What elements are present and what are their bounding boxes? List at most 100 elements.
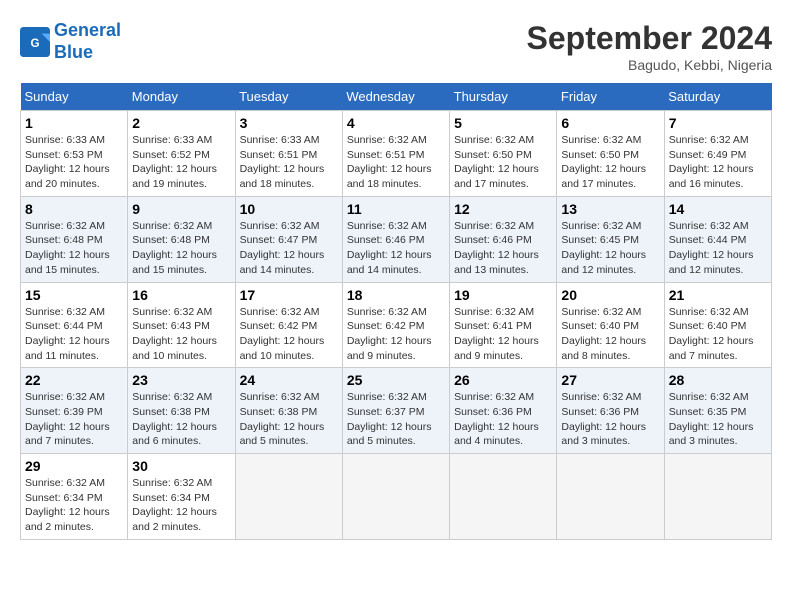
logo: G General Blue (20, 20, 121, 63)
title-block: September 2024 Bagudo, Kebbi, Nigeria (527, 20, 772, 73)
day-number: 2 (132, 115, 230, 131)
week-row-0: 1 Sunrise: 6:33 AM Sunset: 6:53 PM Dayli… (21, 111, 772, 197)
calendar-cell: 7 Sunrise: 6:32 AM Sunset: 6:49 PM Dayli… (664, 111, 771, 197)
day-number: 13 (561, 201, 659, 217)
day-number: 4 (347, 115, 445, 131)
day-detail: Sunrise: 6:32 AM Sunset: 6:48 PM Dayligh… (25, 219, 123, 278)
day-number: 22 (25, 372, 123, 388)
day-detail: Sunrise: 6:32 AM Sunset: 6:39 PM Dayligh… (25, 390, 123, 449)
col-sunday: Sunday (21, 83, 128, 111)
calendar-cell: 1 Sunrise: 6:33 AM Sunset: 6:53 PM Dayli… (21, 111, 128, 197)
logo-text: General Blue (54, 20, 121, 63)
day-detail: Sunrise: 6:33 AM Sunset: 6:52 PM Dayligh… (132, 133, 230, 192)
calendar-cell: 21 Sunrise: 6:32 AM Sunset: 6:40 PM Dayl… (664, 282, 771, 368)
day-detail: Sunrise: 6:32 AM Sunset: 6:43 PM Dayligh… (132, 305, 230, 364)
day-detail: Sunrise: 6:32 AM Sunset: 6:47 PM Dayligh… (240, 219, 338, 278)
day-detail: Sunrise: 6:32 AM Sunset: 6:42 PM Dayligh… (240, 305, 338, 364)
day-detail: Sunrise: 6:32 AM Sunset: 6:45 PM Dayligh… (561, 219, 659, 278)
day-detail: Sunrise: 6:32 AM Sunset: 6:36 PM Dayligh… (561, 390, 659, 449)
day-detail: Sunrise: 6:32 AM Sunset: 6:34 PM Dayligh… (25, 476, 123, 535)
day-detail: Sunrise: 6:32 AM Sunset: 6:46 PM Dayligh… (454, 219, 552, 278)
calendar-cell: 15 Sunrise: 6:32 AM Sunset: 6:44 PM Dayl… (21, 282, 128, 368)
calendar-cell: 26 Sunrise: 6:32 AM Sunset: 6:36 PM Dayl… (450, 368, 557, 454)
day-number: 24 (240, 372, 338, 388)
calendar-cell (664, 454, 771, 540)
month-title: September 2024 (527, 20, 772, 57)
day-number: 28 (669, 372, 767, 388)
day-number: 14 (669, 201, 767, 217)
day-detail: Sunrise: 6:32 AM Sunset: 6:44 PM Dayligh… (669, 219, 767, 278)
calendar-cell: 20 Sunrise: 6:32 AM Sunset: 6:40 PM Dayl… (557, 282, 664, 368)
calendar-cell: 11 Sunrise: 6:32 AM Sunset: 6:46 PM Dayl… (342, 196, 449, 282)
calendar-cell: 28 Sunrise: 6:32 AM Sunset: 6:35 PM Dayl… (664, 368, 771, 454)
calendar-cell: 19 Sunrise: 6:32 AM Sunset: 6:41 PM Dayl… (450, 282, 557, 368)
day-number: 5 (454, 115, 552, 131)
calendar-table: Sunday Monday Tuesday Wednesday Thursday… (20, 83, 772, 540)
calendar-cell: 25 Sunrise: 6:32 AM Sunset: 6:37 PM Dayl… (342, 368, 449, 454)
day-detail: Sunrise: 6:32 AM Sunset: 6:36 PM Dayligh… (454, 390, 552, 449)
calendar-cell (342, 454, 449, 540)
calendar-cell: 29 Sunrise: 6:32 AM Sunset: 6:34 PM Dayl… (21, 454, 128, 540)
calendar-cell: 10 Sunrise: 6:32 AM Sunset: 6:47 PM Dayl… (235, 196, 342, 282)
week-row-1: 8 Sunrise: 6:32 AM Sunset: 6:48 PM Dayli… (21, 196, 772, 282)
logo-icon: G (20, 27, 50, 57)
calendar-cell: 3 Sunrise: 6:33 AM Sunset: 6:51 PM Dayli… (235, 111, 342, 197)
calendar-cell: 17 Sunrise: 6:32 AM Sunset: 6:42 PM Dayl… (235, 282, 342, 368)
day-detail: Sunrise: 6:32 AM Sunset: 6:38 PM Dayligh… (132, 390, 230, 449)
day-number: 27 (561, 372, 659, 388)
calendar-body: 1 Sunrise: 6:33 AM Sunset: 6:53 PM Dayli… (21, 111, 772, 540)
calendar-cell: 18 Sunrise: 6:32 AM Sunset: 6:42 PM Dayl… (342, 282, 449, 368)
calendar-cell: 6 Sunrise: 6:32 AM Sunset: 6:50 PM Dayli… (557, 111, 664, 197)
calendar-cell: 30 Sunrise: 6:32 AM Sunset: 6:34 PM Dayl… (128, 454, 235, 540)
calendar-cell: 16 Sunrise: 6:32 AM Sunset: 6:43 PM Dayl… (128, 282, 235, 368)
day-detail: Sunrise: 6:32 AM Sunset: 6:41 PM Dayligh… (454, 305, 552, 364)
day-detail: Sunrise: 6:32 AM Sunset: 6:46 PM Dayligh… (347, 219, 445, 278)
calendar-cell (557, 454, 664, 540)
col-monday: Monday (128, 83, 235, 111)
day-number: 30 (132, 458, 230, 474)
calendar-cell: 4 Sunrise: 6:32 AM Sunset: 6:51 PM Dayli… (342, 111, 449, 197)
col-friday: Friday (557, 83, 664, 111)
day-detail: Sunrise: 6:32 AM Sunset: 6:50 PM Dayligh… (561, 133, 659, 192)
day-detail: Sunrise: 6:32 AM Sunset: 6:50 PM Dayligh… (454, 133, 552, 192)
calendar-cell: 2 Sunrise: 6:33 AM Sunset: 6:52 PM Dayli… (128, 111, 235, 197)
calendar-cell (235, 454, 342, 540)
day-number: 17 (240, 287, 338, 303)
week-row-2: 15 Sunrise: 6:32 AM Sunset: 6:44 PM Dayl… (21, 282, 772, 368)
logo-line1: General (54, 20, 121, 40)
day-detail: Sunrise: 6:32 AM Sunset: 6:49 PM Dayligh… (669, 133, 767, 192)
col-wednesday: Wednesday (342, 83, 449, 111)
day-number: 23 (132, 372, 230, 388)
day-number: 26 (454, 372, 552, 388)
calendar-cell: 24 Sunrise: 6:32 AM Sunset: 6:38 PM Dayl… (235, 368, 342, 454)
day-detail: Sunrise: 6:32 AM Sunset: 6:40 PM Dayligh… (669, 305, 767, 364)
calendar-cell (450, 454, 557, 540)
page-header: G General Blue September 2024 Bagudo, Ke… (20, 20, 772, 73)
calendar-cell: 27 Sunrise: 6:32 AM Sunset: 6:36 PM Dayl… (557, 368, 664, 454)
calendar-cell: 8 Sunrise: 6:32 AM Sunset: 6:48 PM Dayli… (21, 196, 128, 282)
day-number: 15 (25, 287, 123, 303)
day-detail: Sunrise: 6:32 AM Sunset: 6:37 PM Dayligh… (347, 390, 445, 449)
location: Bagudo, Kebbi, Nigeria (527, 57, 772, 73)
col-tuesday: Tuesday (235, 83, 342, 111)
day-number: 21 (669, 287, 767, 303)
day-number: 18 (347, 287, 445, 303)
day-number: 1 (25, 115, 123, 131)
day-detail: Sunrise: 6:32 AM Sunset: 6:51 PM Dayligh… (347, 133, 445, 192)
calendar-cell: 12 Sunrise: 6:32 AM Sunset: 6:46 PM Dayl… (450, 196, 557, 282)
calendar-cell: 13 Sunrise: 6:32 AM Sunset: 6:45 PM Dayl… (557, 196, 664, 282)
svg-text:G: G (30, 37, 39, 50)
day-number: 3 (240, 115, 338, 131)
day-number: 29 (25, 458, 123, 474)
day-number: 25 (347, 372, 445, 388)
day-number: 12 (454, 201, 552, 217)
day-detail: Sunrise: 6:32 AM Sunset: 6:48 PM Dayligh… (132, 219, 230, 278)
day-detail: Sunrise: 6:32 AM Sunset: 6:40 PM Dayligh… (561, 305, 659, 364)
calendar-cell: 22 Sunrise: 6:32 AM Sunset: 6:39 PM Dayl… (21, 368, 128, 454)
day-number: 8 (25, 201, 123, 217)
day-number: 10 (240, 201, 338, 217)
calendar-cell: 23 Sunrise: 6:32 AM Sunset: 6:38 PM Dayl… (128, 368, 235, 454)
day-number: 6 (561, 115, 659, 131)
day-detail: Sunrise: 6:32 AM Sunset: 6:42 PM Dayligh… (347, 305, 445, 364)
day-detail: Sunrise: 6:32 AM Sunset: 6:35 PM Dayligh… (669, 390, 767, 449)
